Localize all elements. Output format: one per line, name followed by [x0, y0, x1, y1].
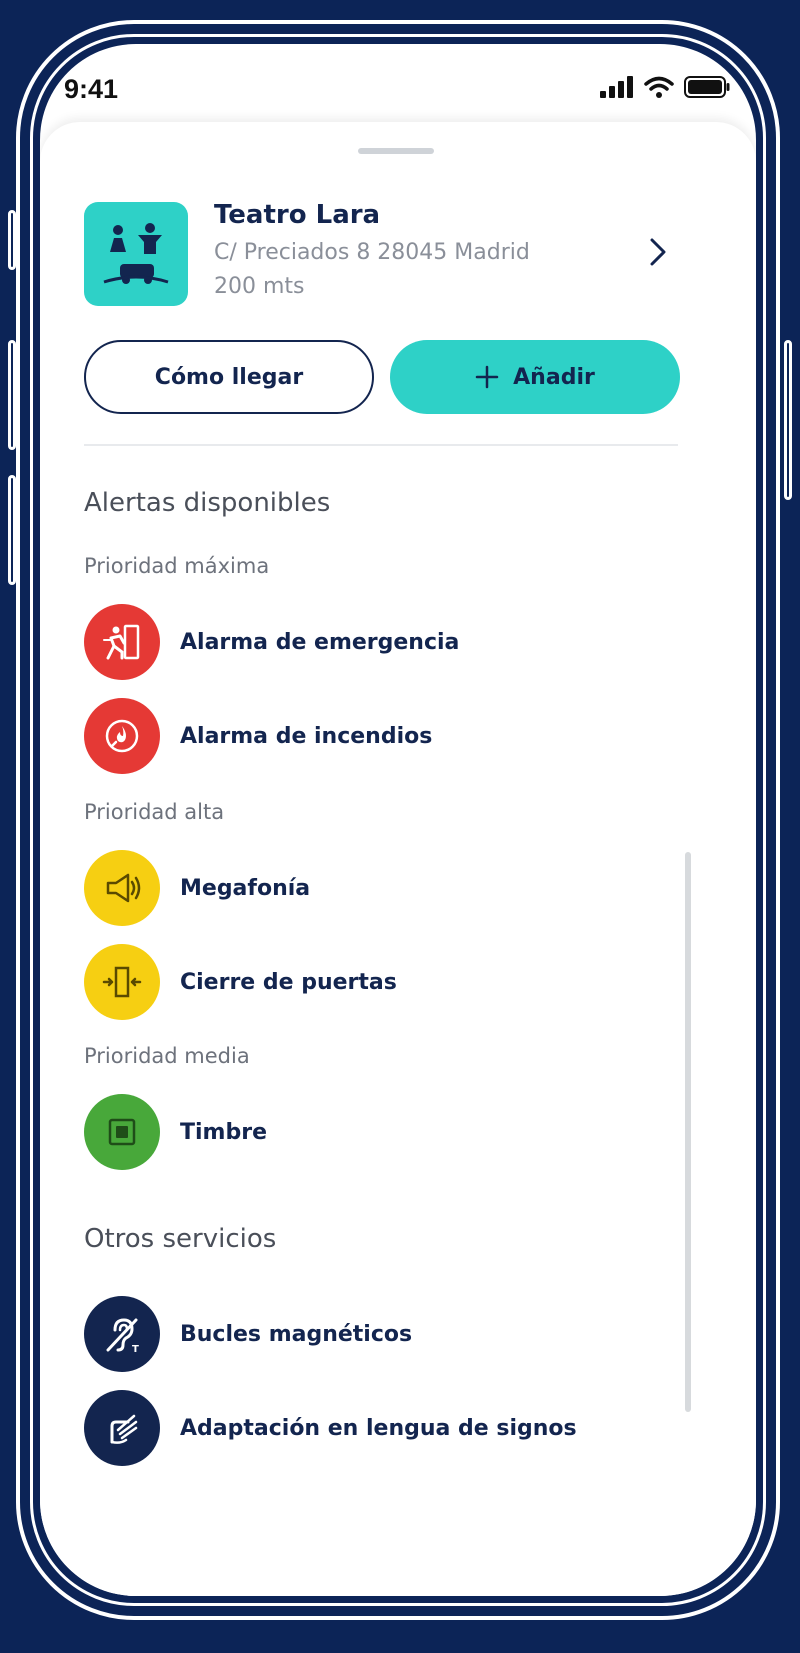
alert-item-label: Timbre — [180, 1119, 267, 1145]
priority-label-max: Prioridad máxima — [84, 554, 270, 578]
venue-distance: 200 mts — [214, 274, 305, 299]
plus-icon — [475, 365, 499, 389]
alert-item-doors[interactable]: Cierre de puertas — [84, 944, 397, 1020]
emergency-exit-icon — [84, 604, 160, 680]
sign-language-icon — [84, 1390, 160, 1466]
cellular-signal-icon — [600, 76, 633, 98]
add-button[interactable]: Añadir — [390, 340, 680, 414]
chevron-right-icon[interactable] — [644, 236, 672, 268]
sheet-drag-handle[interactable] — [358, 148, 434, 154]
venue-bottom-sheet: Teatro Lara C/ Preciados 8 28045 Madrid … — [40, 122, 756, 1596]
doorbell-icon — [84, 1094, 160, 1170]
door-closing-icon — [84, 944, 160, 1020]
add-button-label: Añadir — [513, 364, 595, 390]
alert-item-megaphone[interactable]: Megafonía — [84, 850, 310, 926]
service-item-label: Bucles magnéticos — [180, 1321, 413, 1347]
alert-item-label: Alarma de emergencia — [180, 629, 460, 655]
service-item-label: Adaptación en lengua de signos — [180, 1415, 577, 1441]
status-time: 9:41 — [64, 74, 119, 104]
venue-name[interactable]: Teatro Lara — [214, 200, 380, 230]
hearing-loop-icon: T — [84, 1296, 160, 1372]
phone-screen: 9:41 Teatro Lara C/ Preciados 8 28045 Ma… — [40, 44, 756, 1596]
section-divider — [84, 444, 678, 446]
alert-item-emergency[interactable]: Alarma de emergencia — [84, 604, 459, 680]
venue-logo — [84, 202, 188, 306]
venue-address: C/ Preciados 8 28045 Madrid — [214, 240, 530, 265]
wifi-icon — [644, 76, 674, 98]
priority-label-medium: Prioridad media — [84, 1044, 250, 1068]
svg-text:T: T — [132, 1344, 139, 1355]
status-icons — [600, 76, 730, 98]
service-item-sign-language[interactable]: Adaptación en lengua de signos — [84, 1390, 577, 1466]
status-bar: 9:41 — [40, 44, 756, 134]
alert-item-doorbell[interactable]: Timbre — [84, 1094, 267, 1170]
alert-item-fire[interactable]: Alarma de incendios — [84, 698, 432, 774]
phone-side-button — [8, 210, 16, 270]
alert-item-label: Alarma de incendios — [180, 723, 433, 749]
accessibility-people-icon — [103, 223, 169, 284]
phone-side-button — [784, 340, 792, 500]
phone-side-button — [8, 475, 16, 585]
scrollbar[interactable] — [685, 852, 691, 1412]
directions-button[interactable]: Cómo llegar — [84, 340, 374, 414]
priority-label-high: Prioridad alta — [84, 800, 225, 824]
directions-button-label: Cómo llegar — [154, 364, 304, 390]
alerts-section-title: Alertas disponibles — [84, 488, 331, 518]
service-item-hearing-loop[interactable]: T Bucles magnéticos — [84, 1296, 412, 1372]
alert-item-label: Cierre de puertas — [180, 969, 397, 995]
other-services-title: Otros servicios — [84, 1224, 277, 1254]
fire-alarm-icon — [84, 698, 160, 774]
megaphone-icon — [84, 850, 160, 926]
battery-icon — [684, 76, 730, 98]
alert-item-label: Megafonía — [180, 875, 311, 901]
phone-side-button — [8, 340, 16, 450]
